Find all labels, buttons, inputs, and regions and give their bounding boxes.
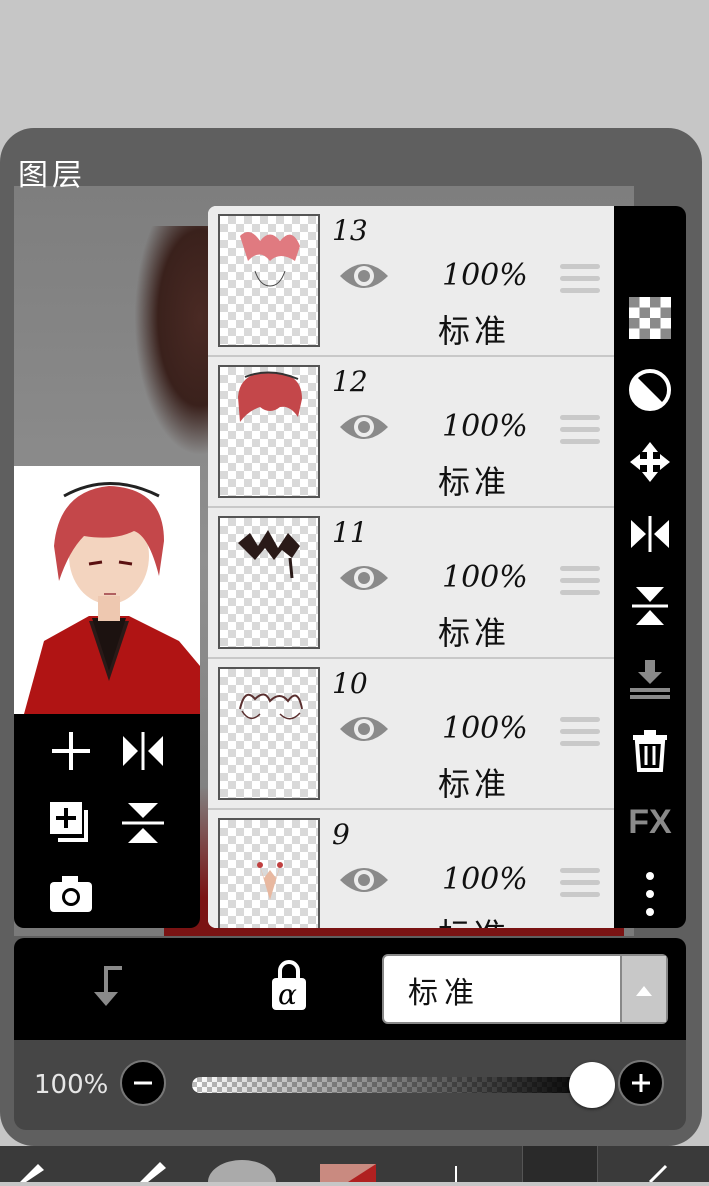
opacity-slider-knob[interactable]: [569, 1062, 615, 1108]
layer-row[interactable]: 9 100% 标准: [208, 810, 614, 928]
color-swatch[interactable]: [318, 1146, 378, 1182]
layer-number: 12: [332, 365, 368, 398]
visibility-eye-icon[interactable]: [338, 258, 390, 294]
transparency-icon[interactable]: [624, 292, 676, 344]
visibility-eye-icon[interactable]: [338, 560, 390, 596]
drag-handle-icon[interactable]: [560, 717, 600, 751]
layer-blend-mode: 标准: [438, 463, 511, 501]
left-layer-toolbar: [14, 714, 200, 928]
move-icon[interactable]: [624, 436, 676, 488]
right-layer-toolbar: FX: [614, 206, 686, 928]
invert-icon[interactable]: [624, 364, 676, 416]
duplicate-layer-icon[interactable]: [46, 798, 96, 848]
layer-row[interactable]: 12 100% 标准: [208, 357, 614, 508]
layer-options-bar: α 标准: [14, 938, 686, 1040]
layer-opacity: 100%: [442, 711, 528, 746]
more-icon[interactable]: [624, 868, 676, 920]
layer-row[interactable]: 10 100% 标准: [208, 659, 614, 810]
layer-opacity: 100%: [442, 258, 528, 293]
brush-icon[interactable]: [120, 1146, 180, 1182]
brush-settings-icon[interactable]: [10, 1146, 70, 1182]
layer-opacity: 100%: [442, 560, 528, 595]
panel-title: 图层: [18, 158, 86, 193]
layer-number: 9: [332, 818, 350, 851]
divider-icon: [436, 1146, 476, 1182]
layer-thumbnail: [218, 365, 320, 498]
camera-icon[interactable]: [46, 870, 96, 920]
layer-thumbnail: [218, 516, 320, 649]
flip-horizontal-icon[interactable]: [624, 508, 676, 560]
opacity-label: 100%: [34, 1070, 109, 1100]
clipping-icon[interactable]: [82, 962, 132, 1012]
flip-vertical-icon[interactable]: [624, 580, 676, 632]
alpha-lock-label: α: [278, 978, 297, 1011]
drag-handle-icon[interactable]: [560, 264, 600, 298]
increase-opacity-button[interactable]: [618, 1060, 664, 1106]
reference-preview[interactable]: [14, 466, 200, 714]
layer-blend-mode: 标准: [438, 765, 511, 803]
layer-opacity: 100%: [442, 409, 528, 444]
merge-down-icon[interactable]: [624, 652, 676, 704]
visibility-eye-icon[interactable]: [338, 711, 390, 747]
layer-blend-mode: 标准: [438, 312, 511, 350]
blend-mode-select[interactable]: 标准: [382, 954, 668, 1024]
layer-blend-mode: 标准: [438, 910, 510, 928]
trash-icon[interactable]: [624, 724, 676, 776]
undo-icon[interactable]: [630, 1146, 690, 1184]
layer-tab[interactable]: [522, 1146, 598, 1182]
fx-icon[interactable]: FX: [624, 796, 676, 848]
opacity-slider[interactable]: [192, 1062, 615, 1108]
layer-opacity: 100%: [442, 862, 528, 897]
layer-row[interactable]: 13 100% 标准: [208, 206, 614, 357]
drag-handle-icon[interactable]: [560, 868, 600, 902]
flip-vertical-icon[interactable]: [118, 798, 168, 848]
visibility-eye-icon[interactable]: [338, 862, 390, 898]
bottom-tool-strip: [0, 1146, 709, 1186]
layer-number: 13: [332, 214, 368, 247]
layer-number: 11: [332, 516, 368, 549]
layer-row[interactable]: 11 100% 标准: [208, 508, 614, 659]
decrease-opacity-button[interactable]: [120, 1060, 166, 1106]
drag-handle-icon[interactable]: [560, 566, 600, 600]
opacity-control: 100%: [14, 1040, 686, 1130]
flip-horizontal-icon[interactable]: [118, 726, 168, 776]
layer-thumbnail: [218, 214, 320, 347]
drag-handle-icon[interactable]: [560, 415, 600, 449]
alpha-lock-icon[interactable]: α: [264, 958, 314, 1014]
blend-mode-value: 标准: [408, 976, 480, 1011]
layer-blend-mode: 标准: [438, 614, 511, 652]
character-portrait: [14, 466, 200, 714]
layer-list[interactable]: 13 100% 标准 12 100% 标准 11 100% 标准 10 100%…: [208, 206, 614, 928]
layer-thumbnail: [218, 667, 320, 800]
dropdown-arrow-icon[interactable]: [620, 956, 666, 1022]
layer-thumbnail: [218, 818, 320, 928]
layer-number: 10: [332, 667, 368, 700]
visibility-eye-icon[interactable]: [338, 409, 390, 445]
brush-size-icon[interactable]: [206, 1146, 278, 1186]
add-layer-icon[interactable]: [46, 726, 96, 776]
